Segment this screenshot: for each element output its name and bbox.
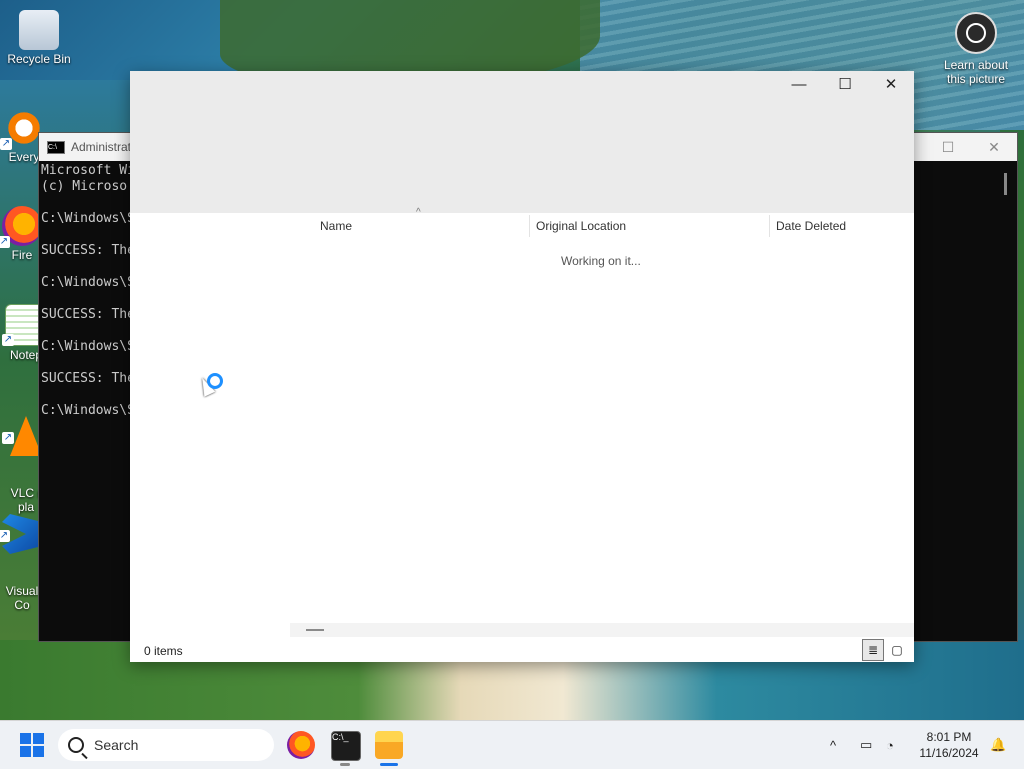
recycle-bin-icon	[19, 10, 59, 50]
large-icons-view-icon[interactable]: ▢	[886, 639, 908, 661]
network-icon[interactable]: ▭	[860, 721, 872, 769]
column-header-row: ^ Name Original Location Date Deleted	[290, 207, 914, 239]
column-original-location[interactable]: Original Location	[536, 219, 626, 233]
learn-about-picture[interactable]: Learn about this picture	[936, 12, 1016, 86]
column-separator[interactable]	[769, 215, 770, 237]
show-hidden-icons-chevron-icon[interactable]: ^	[830, 721, 836, 769]
busy-spinner-icon	[207, 373, 223, 389]
taskbar-search[interactable]: Search	[58, 729, 274, 761]
view-switcher: ≣ ▢	[862, 639, 908, 661]
maximize-icon[interactable]: ☐	[925, 133, 971, 161]
column-separator[interactable]	[529, 215, 530, 237]
recycle-bin-window[interactable]: — ☐ ✕ ^ Name Original Location Date Dele…	[130, 71, 914, 662]
item-count: 0 items	[144, 644, 183, 658]
minimize-icon[interactable]: —	[776, 71, 822, 99]
column-name[interactable]: Name	[320, 219, 352, 233]
loading-status: Working on it...	[561, 254, 641, 268]
taskbar: Search C:\_ ^ ▭ ◔ 8:01 PM 11/16/2024 🔔	[0, 720, 1024, 769]
close-icon[interactable]: ✕	[971, 133, 1017, 161]
explorer-toolbar-area: — ☐ ✕	[130, 71, 914, 213]
horizontal-scrollbar[interactable]	[290, 623, 914, 637]
shortcut-arrow-icon: ↗	[2, 432, 14, 444]
learn-about-label: Learn about this picture	[943, 58, 1009, 86]
sort-ascending-icon: ^	[416, 207, 421, 218]
cmd-window-controls: ☐ ✕	[925, 133, 1017, 161]
taskbar-firefox-icon[interactable]	[287, 731, 315, 759]
explorer-window-controls: — ☐ ✕	[776, 71, 914, 99]
explorer-active-indicator	[380, 763, 398, 766]
shortcut-arrow-icon: ↗	[2, 334, 14, 346]
clock-time: 8:01 PM	[926, 730, 972, 744]
desktop-icon-recycle-bin[interactable]: Recycle Bin	[1, 10, 77, 66]
cmd-running-indicator	[340, 763, 350, 766]
shortcut-arrow-icon: ↗	[0, 530, 10, 542]
cmd-title: Administrat	[71, 140, 132, 154]
taskbar-cmd-icon[interactable]: C:\_	[331, 731, 361, 761]
details-view-icon[interactable]: ≣	[862, 639, 884, 661]
search-icon	[68, 737, 84, 753]
desktop-icon-label: Recycle Bin	[7, 52, 71, 66]
scrollbar-thumb[interactable]	[306, 629, 324, 631]
camera-icon	[955, 12, 997, 54]
column-date-deleted[interactable]: Date Deleted	[776, 219, 846, 233]
shortcut-arrow-icon: ↗	[0, 138, 12, 150]
maximize-icon[interactable]: ☐	[822, 71, 868, 99]
shortcut-arrow-icon: ↗	[0, 236, 10, 248]
cmd-app-icon: C:\	[47, 140, 65, 154]
notification-bell-icon[interactable]: 🔔	[990, 721, 1006, 769]
start-button[interactable]	[20, 733, 44, 757]
close-icon[interactable]: ✕	[868, 71, 914, 99]
search-label: Search	[94, 737, 139, 753]
cmd-scrollbar[interactable]	[1004, 173, 1007, 195]
taskbar-clock[interactable]: 8:01 PM 11/16/2024	[914, 729, 984, 761]
taskbar-file-explorer-icon[interactable]	[375, 731, 403, 759]
volume-muted-icon[interactable]: ◔	[886, 721, 894, 769]
clock-date: 11/16/2024	[919, 746, 979, 760]
